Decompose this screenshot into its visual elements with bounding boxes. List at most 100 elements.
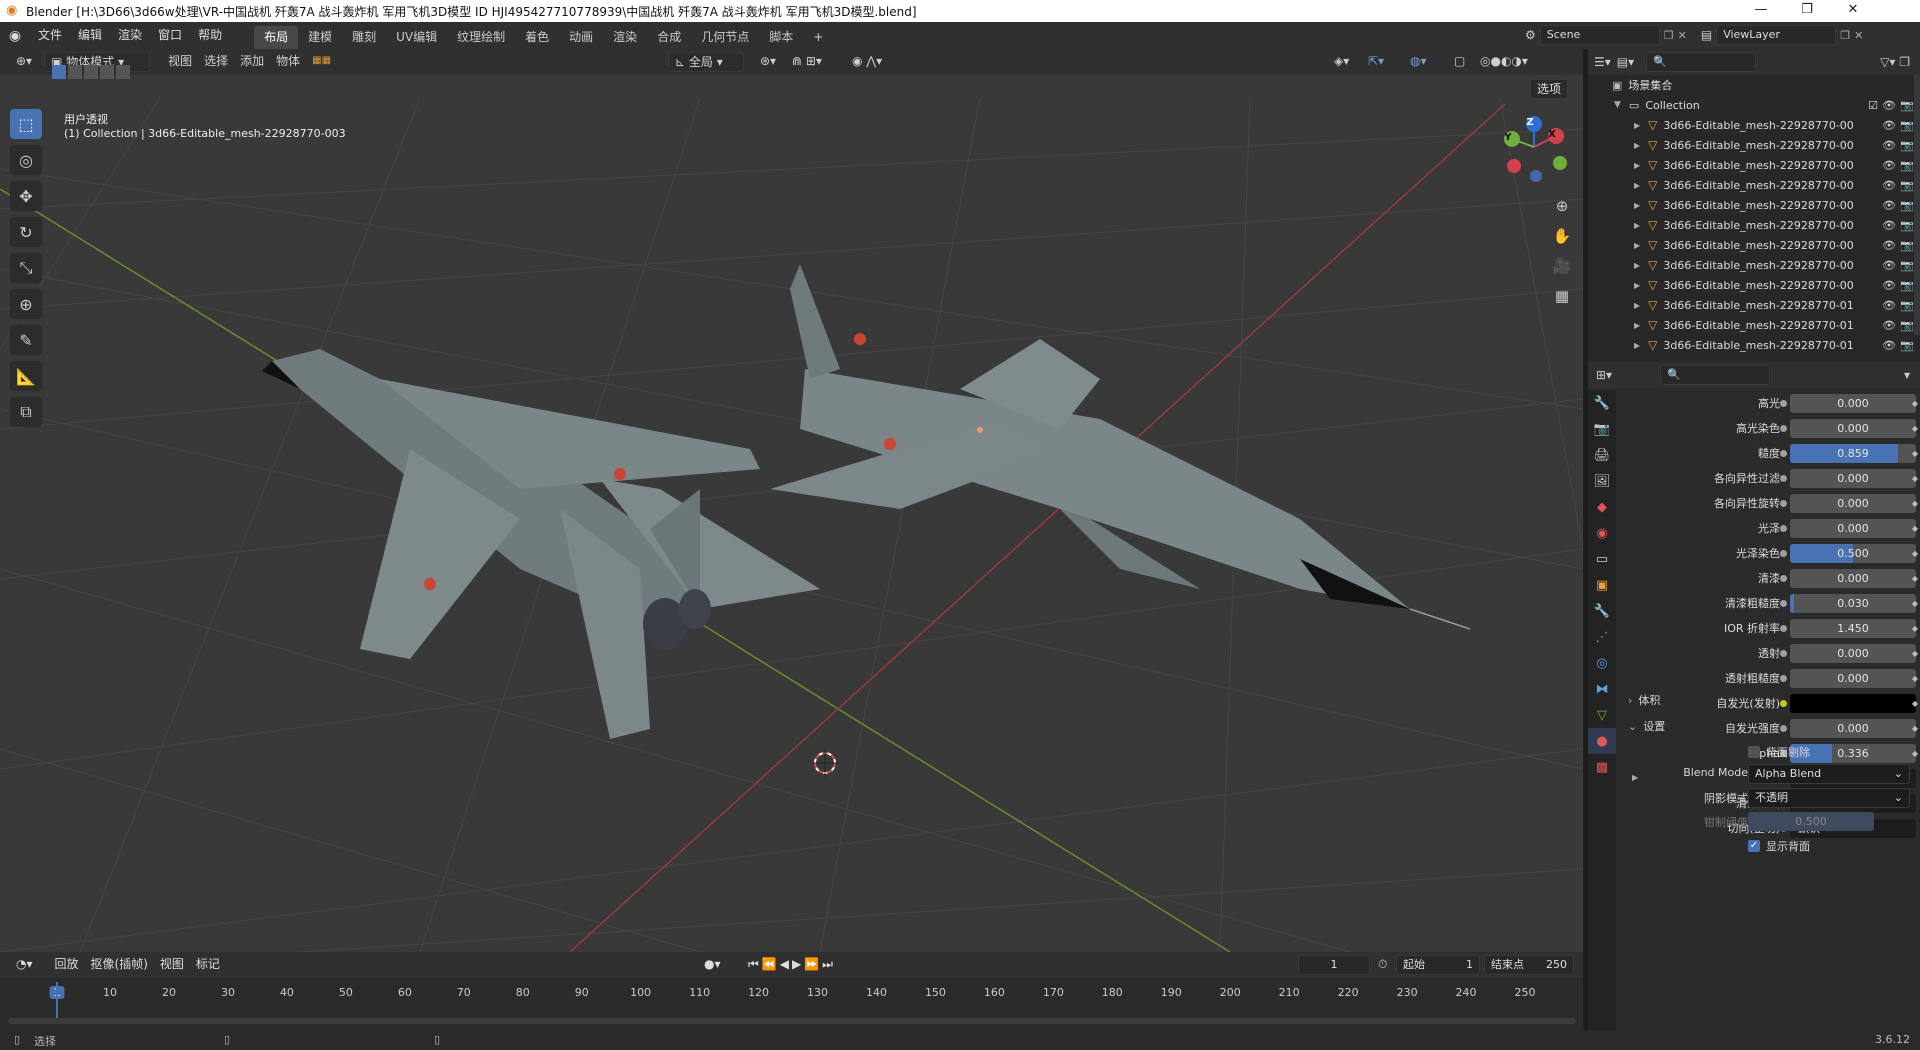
shading-modes-icon[interactable]: ◎●◐◑▾ bbox=[1474, 52, 1534, 72]
keyframe-dot-icon[interactable]: ◆ bbox=[1912, 599, 1918, 608]
particles-tab-icon[interactable]: ⋰ bbox=[1588, 624, 1616, 650]
keyframe-dot-icon[interactable]: ◆ bbox=[1912, 399, 1918, 408]
select-intersect-icon[interactable] bbox=[116, 65, 130, 79]
menu-select[interactable]: 选择 bbox=[198, 52, 234, 72]
gizmo-toggle-icon[interactable]: ⇱▾ bbox=[1362, 52, 1390, 72]
settings-panel-header[interactable]: ⌄ 设置 bbox=[1628, 718, 1665, 734]
new-view-layer-icon[interactable]: ❐ bbox=[1840, 29, 1850, 42]
property-slider[interactable]: 0.000 bbox=[1790, 519, 1916, 538]
pivot-icon[interactable]: ⊛▾ bbox=[754, 52, 782, 72]
camera-icon[interactable]: 📷 bbox=[1900, 159, 1914, 172]
move-tool-icon[interactable]: ✥ bbox=[10, 181, 42, 211]
camera-icon[interactable]: 📷 bbox=[1900, 139, 1914, 152]
outliner-search-input[interactable]: 🔍 bbox=[1646, 52, 1757, 72]
zoom-icon[interactable]: ⊕ bbox=[1549, 193, 1575, 219]
socket-dot-icon[interactable] bbox=[1780, 675, 1787, 682]
eye-icon[interactable]: 👁 bbox=[1882, 299, 1896, 312]
property-slider[interactable]: 0.000 bbox=[1790, 469, 1916, 488]
camera-icon[interactable]: 📷 bbox=[1900, 299, 1914, 312]
volume-panel-header[interactable]: › 体积 bbox=[1628, 692, 1660, 708]
expand-arrow-icon[interactable]: ▶ bbox=[1634, 161, 1640, 170]
keyframe-dot-icon[interactable]: ◆ bbox=[1912, 699, 1918, 708]
outliner-item[interactable]: ▶ ▽ 3d66-Editable_mesh-22928770-00 👁 📷 bbox=[1588, 215, 1920, 235]
keyframe-dot-icon[interactable]: ◆ bbox=[1912, 624, 1918, 633]
socket-dot-icon[interactable] bbox=[1780, 400, 1787, 407]
property-slider[interactable]: 0.030 bbox=[1790, 594, 1916, 613]
scene-collection-row[interactable]: ▣ 场景集合 bbox=[1588, 75, 1920, 95]
outliner-item[interactable]: ▶ ▽ 3d66-Editable_mesh-22928770-01 👁 📷 bbox=[1588, 295, 1920, 315]
clip-threshold-slider[interactable]: 0.500 bbox=[1748, 812, 1874, 831]
scene-tab-icon[interactable]: ◆ bbox=[1588, 494, 1616, 520]
socket-dot-icon[interactable] bbox=[1780, 525, 1787, 532]
menu-window[interactable]: 窗口 bbox=[150, 22, 190, 49]
render-tab-icon[interactable]: 📷 bbox=[1588, 416, 1616, 442]
timeline-scrollbar[interactable] bbox=[8, 1018, 1576, 1024]
transform-tool-icon[interactable]: ⊕ bbox=[10, 289, 42, 319]
select-invert-icon[interactable] bbox=[100, 65, 114, 79]
jet-model-left[interactable] bbox=[262, 349, 820, 739]
keyframe-dot-icon[interactable]: ◆ bbox=[1912, 424, 1918, 433]
shadow-mode-select[interactable]: 不透明 ⌄ bbox=[1748, 788, 1910, 808]
eye-icon[interactable]: 👁 bbox=[1882, 239, 1896, 252]
xray-icon[interactable]: ▢ bbox=[1448, 52, 1471, 72]
menu-edit[interactable]: 编辑 bbox=[70, 22, 110, 49]
tool-settings-tab-icon[interactable]: 🔧 bbox=[1588, 390, 1616, 416]
minimize-button[interactable]: — bbox=[1738, 0, 1784, 22]
menu-add[interactable]: 添加 bbox=[234, 52, 270, 72]
keyframe-dot-icon[interactable]: ◆ bbox=[1912, 649, 1918, 658]
socket-dot-icon[interactable] bbox=[1780, 725, 1787, 732]
tab-layout[interactable]: 布局 bbox=[254, 26, 299, 49]
keyframe-dot-icon[interactable]: ◆ bbox=[1912, 524, 1918, 533]
socket-dot-icon[interactable] bbox=[1780, 650, 1787, 657]
menu-help[interactable]: 帮助 bbox=[190, 22, 230, 49]
menu-view[interactable]: 视图 bbox=[162, 52, 198, 72]
property-slider[interactable]: 0.000 bbox=[1790, 494, 1916, 513]
fbx-import-icon[interactable]: ▦▦ bbox=[306, 52, 337, 72]
property-slider[interactable]: 0.500 bbox=[1790, 544, 1916, 563]
jet-model-right[interactable] bbox=[770, 264, 1471, 630]
outliner-scrollbar[interactable] bbox=[1914, 75, 1920, 335]
eye-icon[interactable]: 👁 bbox=[1882, 259, 1896, 272]
blend-mode-select[interactable]: Alpha Blend ⌄ bbox=[1748, 764, 1910, 784]
keyframe-dot-icon[interactable]: ◆ bbox=[1912, 749, 1918, 758]
material-tab-icon[interactable]: ● bbox=[1588, 728, 1616, 754]
camera-icon[interactable]: 📷 bbox=[1900, 119, 1914, 132]
physics-tab-icon[interactable]: ◎ bbox=[1588, 650, 1616, 676]
keyframe-dot-icon[interactable]: ◆ bbox=[1912, 499, 1918, 508]
scale-tool-icon[interactable]: ⤡ bbox=[10, 253, 42, 283]
tab-animation[interactable]: 动画 bbox=[559, 26, 603, 49]
transform-orientation-selector[interactable]: ⊾ 全局 ▾ bbox=[668, 52, 744, 72]
expand-arrow-icon[interactable]: ▶ bbox=[1634, 121, 1640, 130]
select-box-tool-icon[interactable]: ⬚ bbox=[10, 109, 42, 139]
scene-selector[interactable]: Scene bbox=[1539, 25, 1660, 45]
property-slider[interactable]: 0.000 bbox=[1790, 669, 1916, 688]
outliner-item[interactable]: ▶ ▽ 3d66-Editable_mesh-22928770-00 👁 📷 bbox=[1588, 255, 1920, 275]
menu-file[interactable]: 文件 bbox=[30, 22, 70, 49]
outliner-item[interactable]: ▶ ▽ 3d66-Editable_mesh-22928770-01 👁 📷 bbox=[1588, 335, 1920, 355]
property-slider[interactable]: 1.450 bbox=[1790, 619, 1916, 638]
keyframe-dot-icon[interactable]: ◆ bbox=[1912, 549, 1918, 558]
expand-arrow-icon[interactable]: ▶ bbox=[1634, 301, 1640, 310]
outliner-item[interactable]: ▶ ▽ 3d66-Editable_mesh-22928770-00 👁 📷 bbox=[1588, 235, 1920, 255]
expand-arrow-icon[interactable]: ▶ bbox=[1634, 141, 1640, 150]
expand-arrow-icon[interactable]: ▶ bbox=[1634, 181, 1640, 190]
tab-texture-paint[interactable]: 纹理绘制 bbox=[447, 26, 515, 49]
property-slider[interactable]: 0.000 bbox=[1790, 719, 1916, 738]
texture-tab-icon[interactable]: ▩ bbox=[1588, 754, 1616, 780]
backface-culling-checkbox[interactable]: 背面剔除 bbox=[1748, 744, 1810, 760]
viewport-scene[interactable] bbox=[0, 49, 1583, 952]
camera-icon[interactable]: 📷 bbox=[1900, 279, 1914, 292]
socket-dot-icon[interactable] bbox=[1780, 700, 1787, 707]
expand-arrow-icon[interactable]: ▶ bbox=[1634, 201, 1640, 210]
expand-arrow-icon[interactable]: ▶ bbox=[1634, 281, 1640, 290]
new-scene-icon[interactable]: ❐ bbox=[1664, 29, 1674, 42]
tab-sculpt[interactable]: 雕刻 bbox=[342, 26, 386, 49]
outliner-item[interactable]: ▶ ▽ 3d66-Editable_mesh-22928770-00 👁 📷 bbox=[1588, 195, 1920, 215]
keyframe-dot-icon[interactable]: ◆ bbox=[1912, 724, 1918, 733]
tab-uv-editing[interactable]: UV编辑 bbox=[386, 26, 447, 49]
add-workspace-button[interactable]: + bbox=[803, 26, 833, 49]
delete-scene-icon[interactable]: ✕ bbox=[1678, 29, 1687, 42]
keyframe-dot-icon[interactable]: ◆ bbox=[1912, 449, 1918, 458]
snap-icon[interactable]: ⋒ ⊞▾ bbox=[786, 52, 828, 72]
emission-color-swatch[interactable] bbox=[1790, 694, 1916, 713]
